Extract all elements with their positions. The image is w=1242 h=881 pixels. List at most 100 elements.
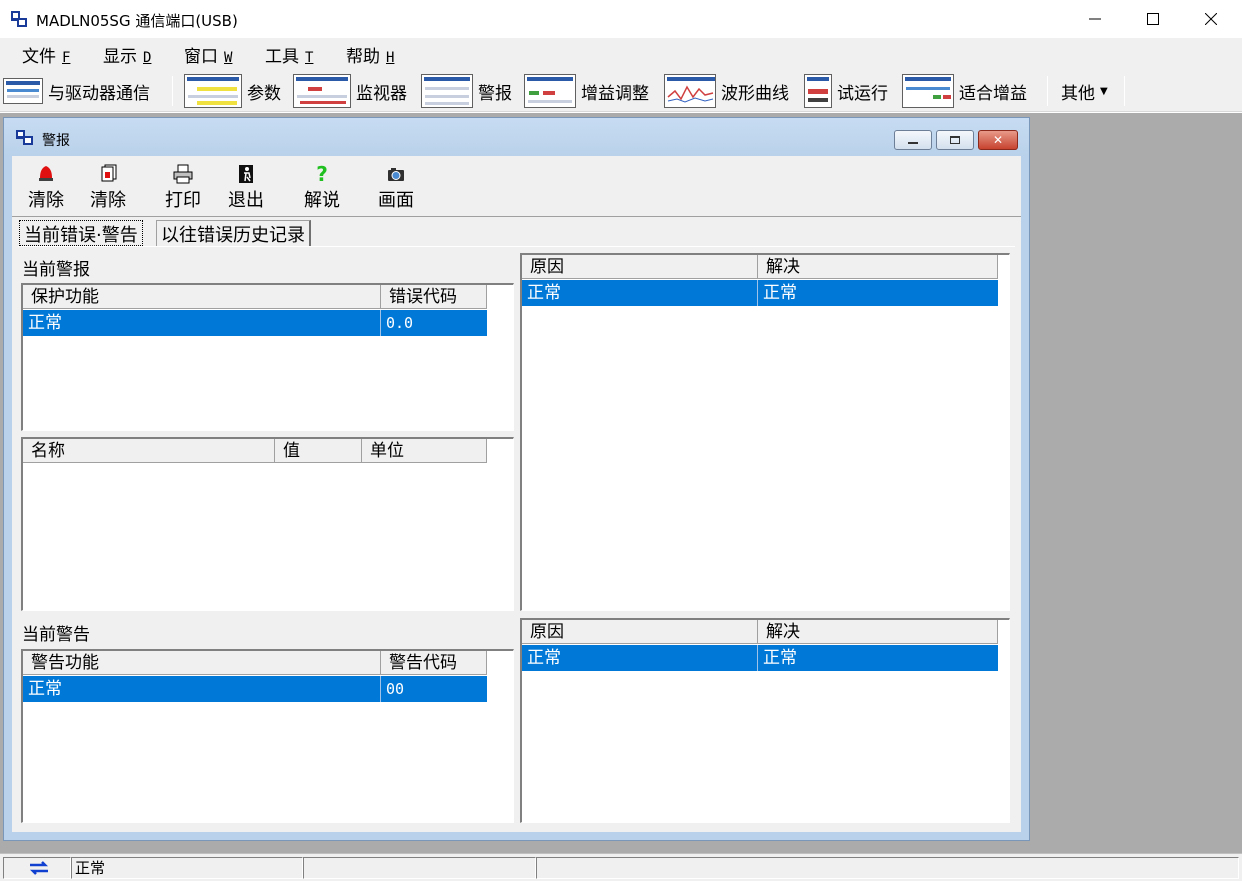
alarm-cause-list[interactable]: 原因 解决 正常 正常 (520, 253, 1010, 611)
maximize-button[interactable] (1124, 0, 1182, 38)
print-button[interactable]: 打印 (153, 164, 213, 212)
status-text-pane: 正常 (71, 857, 303, 879)
tab-current-errors[interactable]: 当前错误·警告 (19, 220, 143, 246)
screen-capture-button[interactable]: 画面 (366, 164, 426, 212)
toolbar-monitor-label: 监视器 (356, 83, 407, 104)
alarm-detail-list[interactable]: 名称 值 单位 (21, 437, 514, 611)
toolbar-gain-tuning-label: 增益调整 (581, 83, 649, 104)
column-header-solution[interactable]: 解决 (758, 255, 998, 279)
menu-view[interactable]: 显示 D (103, 42, 151, 67)
toolbar-monitor-button[interactable]: 监视器 (293, 70, 407, 112)
column-header-error-code[interactable]: 错误代码 (381, 285, 487, 309)
toolbar-fit-gain-button[interactable]: 适合增益 (902, 70, 1027, 112)
explanation-label: 解说 (304, 190, 340, 211)
menu-help[interactable]: 帮助 H (346, 42, 394, 67)
alarm-cause-cell: 正常 (522, 280, 758, 306)
alarm-detail-header: 名称 值 (23, 439, 362, 463)
toolbar-more-button[interactable]: 其他 ▼ (1061, 70, 1108, 112)
menu-help-accelerator: H (386, 50, 395, 66)
alarm-child-window: 警报 ✕ 清除 清除 打印 退出 ? 解说 画面 当前错误·警告 以往错误历史记… (3, 117, 1030, 841)
tab-error-history[interactable]: 以往错误历史记录 (156, 220, 311, 246)
menu-view-accelerator: D (143, 50, 152, 66)
status-pane-2 (303, 857, 536, 879)
help-question-icon: ? (316, 162, 328, 186)
table-row[interactable]: 正常 00 (23, 676, 487, 702)
table-row[interactable]: 正常 0.0 (23, 310, 487, 336)
trial-run-icon (804, 74, 832, 108)
warning-cause-list[interactable]: 原因 解决 正常 正常 (520, 618, 1010, 823)
gain-tuning-icon (524, 74, 576, 108)
menu-window[interactable]: 窗口 W (184, 42, 232, 67)
waveform-icon (664, 74, 716, 108)
exit-button[interactable]: 退出 (216, 164, 276, 212)
exit-icon (239, 165, 253, 183)
status-connection-pane (3, 857, 71, 879)
alarm-icon (421, 74, 473, 108)
column-header-value[interactable]: 值 (275, 439, 362, 463)
child-close-button[interactable]: ✕ (978, 130, 1018, 150)
warning-function-cell: 正常 (23, 676, 381, 702)
menu-file-accelerator: F (62, 50, 71, 66)
clear-alarm-label: 清除 (28, 190, 64, 211)
toolbar-communicate-button[interactable]: 与驱动器通信 (3, 70, 150, 112)
toolbar-communicate-label: 与驱动器通信 (48, 83, 150, 104)
column-header-cause[interactable]: 原因 (522, 620, 758, 644)
menu-tools[interactable]: 工具 T (265, 42, 313, 67)
warning-cause-header: 原因 解决 (522, 620, 998, 644)
parameter-icon (184, 74, 242, 108)
toolbar-waveform-label: 波形曲线 (721, 83, 789, 104)
column-header-name[interactable]: 名称 (23, 439, 275, 463)
toolbar-more-label: 其他 (1061, 83, 1095, 104)
menu-tools-label: 工具 (265, 47, 299, 67)
column-header-protection[interactable]: 保护功能 (23, 285, 381, 309)
toolbar-trial-run-button[interactable]: 试运行 (804, 70, 888, 112)
child-window-body: 清除 清除 打印 退出 ? 解说 画面 当前错误·警告 以往错误历史记录 当前警… (12, 156, 1021, 832)
window-title: MADLN05SG 通信端口(USB) (36, 12, 238, 30)
menu-view-label: 显示 (103, 47, 137, 67)
alarm-list-header: 保护功能 错误代码 (23, 285, 487, 309)
toolbar-separator (1047, 76, 1048, 106)
toolbar-waveform-button[interactable]: 波形曲线 (664, 70, 789, 112)
clear-history-label: 清除 (90, 190, 126, 211)
toolbar-alarm-button[interactable]: 警报 (421, 70, 512, 112)
alarm-protection-cell: 正常 (23, 310, 381, 336)
child-minimize-button[interactable] (894, 130, 932, 150)
table-row[interactable]: 正常 正常 (522, 645, 998, 671)
close-button[interactable] (1182, 0, 1240, 38)
fit-gain-icon (902, 74, 954, 108)
child-window-icon (16, 130, 33, 145)
communicate-icon (3, 78, 43, 104)
column-header-unit[interactable]: 单位 (362, 439, 487, 463)
child-restore-button[interactable] (936, 130, 974, 150)
clear-history-button[interactable]: 清除 (78, 164, 138, 212)
clear-alarm-button[interactable]: 清除 (16, 164, 76, 212)
alarm-list[interactable]: 保护功能 错误代码 正常 0.0 (21, 283, 514, 431)
warning-list[interactable]: 警告功能 警告代码 正常 00 (21, 649, 514, 823)
toolbar-gain-tuning-button[interactable]: 增益调整 (524, 70, 649, 112)
connection-arrows-icon (29, 861, 48, 875)
toolbar-trial-run-label: 试运行 (837, 83, 888, 104)
warning-code-cell: 00 (386, 680, 405, 698)
child-title-bar[interactable]: 警报 ✕ (4, 118, 1029, 156)
status-bar: 正常 (0, 853, 1242, 881)
toolbar-fit-gain-label: 适合增益 (959, 83, 1027, 104)
main-toolbar: 与驱动器通信 参数 监视器 警报 增益调整 波形曲线 试运行 适合增益 其他 ▼ (0, 70, 1242, 112)
minimize-button[interactable] (1066, 0, 1124, 38)
column-header-warning-function[interactable]: 警告功能 (23, 651, 381, 675)
tab-current-errors-label: 当前错误·警告 (24, 225, 138, 246)
column-header-warning-code[interactable]: 警告代码 (381, 651, 487, 675)
minimize-icon (1089, 18, 1101, 20)
explanation-button[interactable]: ? 解说 (292, 164, 352, 212)
maximize-icon (1147, 13, 1159, 25)
alarm-cause-header: 原因 解决 (522, 255, 998, 279)
column-header-cause[interactable]: 原因 (522, 255, 758, 279)
menu-file[interactable]: 文件 F (22, 42, 70, 67)
screen-capture-label: 画面 (378, 190, 414, 211)
toolbar-parameter-label: 参数 (247, 83, 281, 104)
close-icon: ✕ (992, 133, 1004, 147)
toolbar-parameter-button[interactable]: 参数 (184, 70, 281, 112)
tab-error-history-label: 以往错误历史记录 (161, 225, 305, 246)
table-row[interactable]: 正常 正常 (522, 280, 998, 306)
alarm-error-code-cell: 0.0 (386, 314, 414, 332)
column-header-solution[interactable]: 解决 (758, 620, 998, 644)
